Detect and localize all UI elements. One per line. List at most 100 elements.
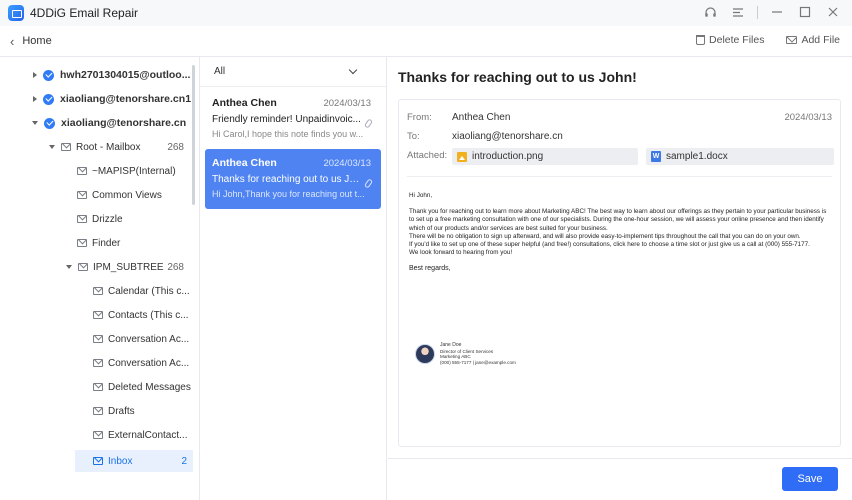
folder-count: 268 [167, 261, 184, 273]
headset-icon[interactable] [701, 3, 719, 21]
mail-date: 2024/03/13 [323, 158, 371, 169]
folder-label: Conversation Ac... [108, 357, 190, 369]
save-button[interactable]: Save [782, 467, 838, 491]
folder-label: Calendar (This c... [108, 285, 190, 297]
attached-label: Attached: [407, 150, 448, 161]
tree-scrollbar[interactable] [192, 65, 195, 205]
attachment-icon [363, 178, 374, 189]
folder-ipm-subtree[interactable]: IPM_SUBTREE 268 [66, 256, 194, 278]
mail-list-item[interactable]: Anthea Chen 2024/03/13 Friendly reminder… [205, 89, 381, 149]
account-name: xiaoliang@tenorshare.cn1 [60, 93, 192, 105]
app-logo-icon [8, 5, 24, 21]
folder-label: Drizzle [92, 213, 123, 225]
mail-filter-dropdown[interactable]: All [200, 57, 386, 87]
footer-bar: Save [388, 458, 852, 500]
folder-mail-icon [77, 215, 87, 223]
trash-icon [696, 35, 706, 45]
folder-count: 2 [181, 455, 187, 467]
add-file-label: Add File [801, 34, 840, 46]
filter-value: All [214, 66, 226, 77]
mail-date: 2024/03/13 [323, 98, 371, 109]
add-file-button[interactable]: Add File [786, 34, 840, 46]
mail-list-item-selected[interactable]: Anthea Chen 2024/03/13 Thanks for reachi… [205, 149, 381, 209]
body-paragraph: We look forward to hearing from you! [409, 249, 513, 257]
folder-item[interactable]: ~MAPISP(Internal) [77, 160, 176, 182]
home-back-button[interactable]: ‹ Home [10, 34, 52, 49]
folder-mail-icon [93, 431, 103, 439]
account-row[interactable]: hwh2701304015@outloo... [33, 64, 190, 86]
body-paragraph: There will be no obligation to sign up a… [409, 232, 801, 240]
collapse-arrow-icon[interactable] [66, 265, 72, 269]
folder-item[interactable]: Drizzle [77, 208, 123, 230]
folder-label: Common Views [92, 189, 162, 201]
signature-contact: (000) 555-7177 | jane@example.com [440, 359, 516, 365]
folder-label: Root - Mailbox [76, 141, 141, 153]
word-file-icon: W [651, 151, 661, 162]
folder-label: IPM_SUBTREE [93, 261, 164, 273]
account-row[interactable]: xiaoliang@tenorshare.cn1 [33, 88, 191, 110]
maximize-icon[interactable] [796, 3, 814, 21]
collapse-arrow-icon[interactable] [49, 145, 55, 149]
window-controls [701, 3, 842, 21]
folder-item[interactable]: Common Views [77, 184, 162, 206]
signature-avatar [415, 344, 435, 365]
folder-item[interactable]: Finder [77, 232, 120, 254]
toolbar: ‹ Home Delete Files Add File [0, 26, 852, 57]
folder-item[interactable]: Drafts [93, 400, 135, 422]
attachment-name: introduction.png [472, 151, 544, 162]
folder-mail-icon [77, 239, 87, 247]
folder-label: Contacts (This c... [108, 309, 189, 321]
folder-item[interactable]: Contacts (This c... [93, 304, 189, 326]
folder-item[interactable]: Deleted Messages [93, 376, 191, 398]
folder-inbox[interactable]: Inbox 2 [75, 450, 193, 472]
delete-files-button[interactable]: Delete Files [696, 34, 764, 46]
account-row[interactable]: xiaoliang@tenorshare.cn [32, 112, 186, 134]
folder-tree: hwh2701304015@outloo... xiaoliang@tenors… [0, 57, 200, 500]
chevron-left-icon: ‹ [10, 33, 15, 49]
folder-mail-icon [93, 383, 103, 391]
folder-item[interactable]: ExternalContact... [93, 424, 187, 446]
mail-list: All Anthea Chen 2024/03/13 Friendly remi… [200, 57, 387, 500]
folder-label: ExternalContact... [108, 429, 188, 441]
folder-mail-icon [78, 263, 88, 271]
folder-count: 268 [167, 141, 184, 153]
toolbar-actions: Delete Files Add File [696, 34, 840, 46]
expand-arrow-icon[interactable] [33, 96, 37, 102]
folder-label: Conversation Ac... [108, 333, 190, 345]
folder-item[interactable]: Conversation Ac... [93, 328, 189, 350]
checked-icon[interactable] [43, 69, 54, 81]
image-file-icon [457, 151, 467, 162]
folder-label: ~MAPISP(Internal) [92, 165, 176, 177]
mail-icon [786, 36, 798, 44]
message-date: 2024/03/13 [784, 112, 832, 123]
folder-item[interactable]: Conversation Ac... [93, 352, 189, 374]
checked-icon[interactable] [43, 93, 54, 105]
folder-mail-icon [93, 287, 103, 295]
menu-icon[interactable] [729, 3, 747, 21]
folder-mail-icon [93, 457, 103, 465]
mail-preview: Hi John,Thank you for reaching out t... [212, 189, 365, 199]
message-body: Hi John, Thank you for reaching out to l… [409, 192, 829, 274]
folder-label: Drafts [108, 405, 135, 417]
minimize-icon[interactable] [768, 3, 786, 21]
mail-subject: Friendly reminder! Unpaidinvoic... [212, 114, 361, 125]
attachment-name: sample1.docx [666, 151, 728, 162]
attachment-item[interactable]: introduction.png [452, 148, 638, 165]
app-window: 4DDiG Email Repair ‹ Home Delete Files A… [0, 0, 852, 500]
body-closing: Best regards, [409, 265, 451, 273]
signature-text: Jane Doe Director of Client Services Mar… [440, 342, 516, 365]
close-icon[interactable] [824, 3, 842, 21]
folder-mail-icon [77, 191, 87, 199]
collapse-arrow-icon[interactable] [32, 121, 38, 125]
body-greeting: Hi John, [409, 192, 433, 199]
body-paragraph: Thank you for reaching out to learn more… [409, 208, 827, 232]
folder-item[interactable]: Calendar (This c... [93, 280, 190, 302]
attachment-item[interactable]: W sample1.docx [646, 148, 834, 165]
folder-root-mailbox[interactable]: Root - Mailbox 268 [49, 136, 194, 158]
from-label: From: [407, 112, 432, 123]
expand-arrow-icon[interactable] [33, 72, 37, 78]
folder-label: Deleted Messages [108, 381, 191, 393]
checked-icon[interactable] [44, 117, 55, 129]
body-paragraph: If you'd like to set up one of these sup… [409, 241, 810, 249]
window-title: 4DDiG Email Repair [30, 6, 139, 20]
